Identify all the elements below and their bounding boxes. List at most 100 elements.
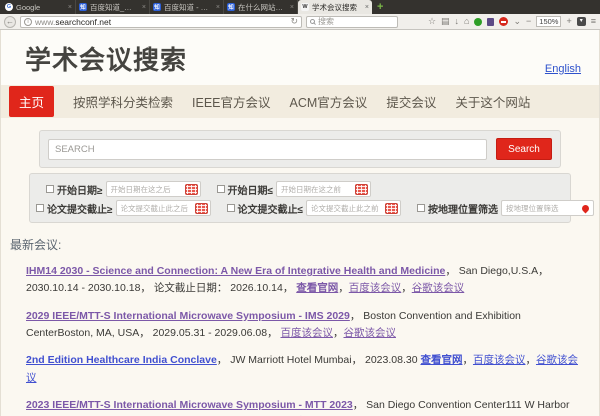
filter-checkbox[interactable] — [217, 185, 225, 193]
nav-ieee[interactable]: IEEE官方会议 — [192, 92, 271, 111]
tab-title: 百度知道 - 全... — [164, 2, 213, 13]
bookmarks-menu-icon[interactable]: ▤ — [441, 17, 450, 26]
filter-row: 论文提交截止≥ 论文提交截止≤ 按地理位置筛选 — [36, 200, 564, 216]
filter-start-date-before-input[interactable] — [281, 185, 353, 194]
filter-deadline-after-input[interactable] — [121, 204, 193, 213]
bookmark-star-icon[interactable]: ☆ — [428, 17, 436, 26]
separator: ， — [525, 354, 536, 366]
calendar-icon[interactable] — [385, 203, 398, 214]
calendar-icon[interactable] — [185, 184, 198, 195]
filter-start-date-after: 开始日期≥ — [46, 181, 201, 197]
search-input[interactable] — [48, 139, 487, 160]
tab-close-icon[interactable]: × — [365, 4, 369, 11]
search-button[interactable]: Search — [496, 138, 552, 160]
baidu-favicon: 知 — [153, 3, 161, 11]
filter-label: 按地理位置筛选 — [428, 201, 498, 216]
tab-close-icon[interactable]: × — [68, 4, 72, 11]
tab-title: 学术会议搜索 — [312, 2, 362, 13]
tab-baidu-zhidao-2[interactable]: 知百度知道 - 全...× — [150, 0, 224, 14]
nav-acm[interactable]: ACM官方会议 — [290, 92, 368, 111]
calendar-icon[interactable] — [195, 203, 208, 214]
tab-baidu-zhidao-3[interactable]: 知在什么网站上...× — [224, 0, 298, 14]
view-official-site-link[interactable]: 查看官网 — [420, 354, 462, 366]
conference-title-link[interactable]: 2029 IEEE/MTT-S International Microwave … — [26, 310, 350, 322]
adblock-dropdown-icon[interactable]: ⌄ — [513, 17, 521, 26]
separator: ， — [401, 282, 412, 294]
baidu-conference-link[interactable]: 百度该会议 — [349, 282, 402, 294]
tab-title: Google — [16, 3, 65, 12]
tab-strip: GGoogle×知百度知道_百度...×知百度知道 - 全...×知在什么网站上… — [0, 0, 600, 14]
new-tab-button[interactable]: + — [372, 0, 388, 14]
purple-extension-icon[interactable] — [487, 18, 494, 26]
conference-item: 2nd Edition Healthcare India Conclave， J… — [26, 352, 586, 387]
conference-item: 2029 IEEE/MTT-S International Microwave … — [26, 308, 586, 343]
page-identity-icon[interactable]: i — [24, 18, 32, 26]
home-icon[interactable]: ⌂ — [464, 17, 469, 26]
nav-home[interactable]: 主页 — [9, 86, 54, 117]
page-content: 学术会议搜索 English 主页按照学科分类检索 IEEE官方会议 ACM官方会议… — [0, 30, 600, 416]
separator: ， — [462, 354, 473, 366]
google-favicon: G — [5, 3, 13, 11]
filter-label: 论文提交截止≥ — [47, 201, 113, 216]
filter-checkbox[interactable] — [227, 204, 235, 212]
tab-google[interactable]: GGoogle× — [2, 0, 76, 14]
baidu-conference-link[interactable]: 百度该会议 — [473, 354, 526, 366]
separator: ， — [333, 327, 344, 339]
baidu-conference-link[interactable]: 百度该会议 — [280, 327, 333, 339]
reload-button[interactable]: ↻ — [290, 16, 298, 27]
latest-conferences-heading: 最新会议: — [10, 236, 599, 253]
baidu-favicon: 知 — [227, 3, 235, 11]
calendar-icon[interactable] — [355, 184, 368, 195]
zoom-level-indicator[interactable]: 150% — [536, 16, 561, 27]
conference-title-link[interactable]: 2nd Edition Healthcare India Conclave — [26, 354, 217, 366]
tab-searchconf[interactable]: W学术会议搜索× — [298, 0, 372, 14]
filter-start-date-after-input[interactable] — [111, 185, 183, 194]
location-pin-icon[interactable] — [581, 203, 591, 213]
search-panel: Search — [39, 130, 561, 168]
conference-meta: ， JW Marriott Hotel Mumbai， 2023.08.30 — [217, 354, 421, 366]
downloads-icon[interactable]: ↓ — [455, 17, 460, 26]
google-conference-link[interactable]: 谷歌该会议 — [343, 327, 396, 339]
conference-title-link[interactable]: 2023 IEEE/MTT-S International Microwave … — [26, 399, 353, 411]
filter-input-wrap — [106, 181, 201, 197]
toolbar-search-box[interactable] — [306, 16, 398, 28]
google-conference-link[interactable]: 谷歌该会议 — [412, 282, 465, 294]
page-title: 学术会议搜索 — [25, 40, 599, 77]
browser-toolbar: ← i www.searchconf.net ↻ ☆ ▤ ↓ ⌂ ⌄ − 150… — [0, 14, 600, 30]
zoom-out-button[interactable]: − — [526, 17, 531, 26]
back-button[interactable]: ← — [4, 16, 16, 28]
nav-by-subject[interactable]: 按照学科分类检索 — [73, 92, 173, 111]
separator: ， — [338, 282, 349, 294]
filter-input-wrap — [501, 200, 594, 216]
toolbar-icons: ☆ ▤ ↓ ⌂ ⌄ − 150% + ▾ ≡ — [402, 16, 596, 27]
tab-baidu-zhidao-1[interactable]: 知百度知道_百度...× — [76, 0, 150, 14]
url-bar[interactable]: i www.searchconf.net ↻ — [20, 16, 302, 28]
toolbar-search-input[interactable] — [318, 17, 394, 26]
filter-input-wrap — [276, 181, 371, 197]
filter-checkbox[interactable] — [36, 204, 44, 212]
filter-checkbox[interactable] — [417, 204, 425, 212]
url-text[interactable]: www.searchconf.net — [35, 17, 287, 27]
dark-extension-icon[interactable]: ▾ — [577, 17, 586, 26]
filter-location-input[interactable] — [506, 204, 578, 213]
searchconf-favicon: W — [301, 3, 309, 11]
conference-title-link[interactable]: IHM14 2030 - Science and Connection: A N… — [26, 265, 445, 277]
view-official-site-link[interactable]: 查看官网 — [296, 282, 338, 294]
green-extension-icon[interactable] — [474, 18, 482, 26]
nav-about[interactable]: 关于这个网站 — [455, 92, 530, 111]
hamburger-menu-icon[interactable]: ≡ — [591, 17, 596, 26]
filter-input-wrap — [116, 200, 211, 216]
adblock-icon[interactable] — [499, 17, 508, 26]
english-language-link[interactable]: English — [545, 63, 581, 75]
filter-input-wrap — [306, 200, 401, 216]
filter-label: 论文提交截止≤ — [238, 201, 304, 216]
filter-deadline-before: 论文提交截止≤ — [227, 200, 402, 216]
zoom-in-button[interactable]: + — [566, 17, 571, 26]
tab-close-icon[interactable]: × — [142, 4, 146, 11]
nav-submit[interactable]: 提交会议 — [386, 92, 436, 111]
tab-close-icon[interactable]: × — [216, 4, 220, 11]
tab-close-icon[interactable]: × — [290, 4, 294, 11]
conference-item: IHM14 2030 - Science and Connection: A N… — [26, 263, 586, 298]
filter-deadline-before-input[interactable] — [311, 204, 383, 213]
filter-checkbox[interactable] — [46, 185, 54, 193]
